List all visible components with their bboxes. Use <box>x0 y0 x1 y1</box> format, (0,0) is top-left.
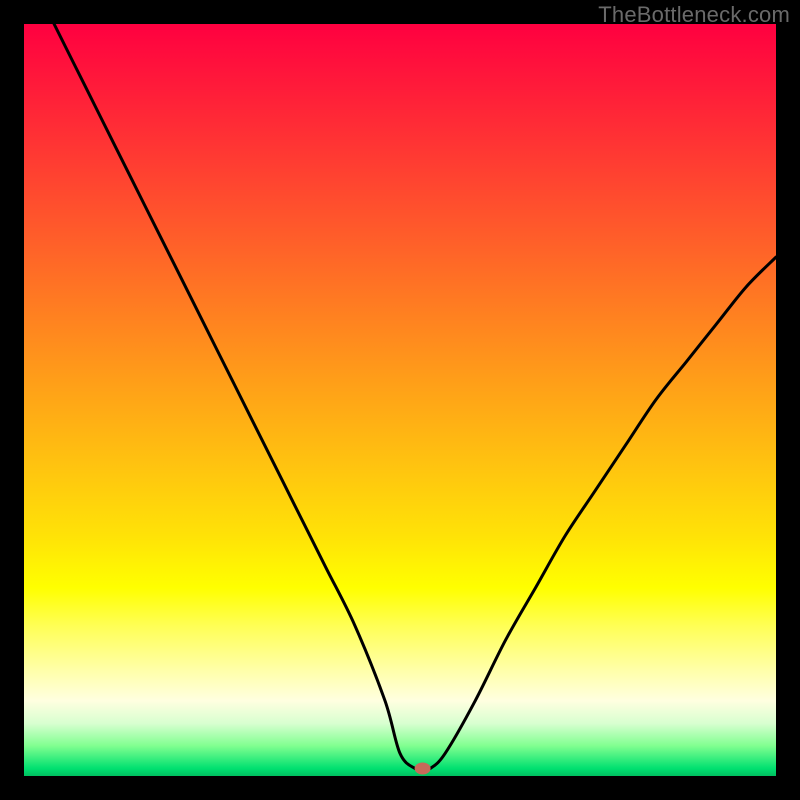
chart-frame: TheBottleneck.com <box>0 0 800 800</box>
bottleneck-curve-path <box>54 24 776 770</box>
gradient-plot-area <box>24 24 776 776</box>
curve-svg <box>24 24 776 776</box>
optimal-marker <box>415 763 431 775</box>
